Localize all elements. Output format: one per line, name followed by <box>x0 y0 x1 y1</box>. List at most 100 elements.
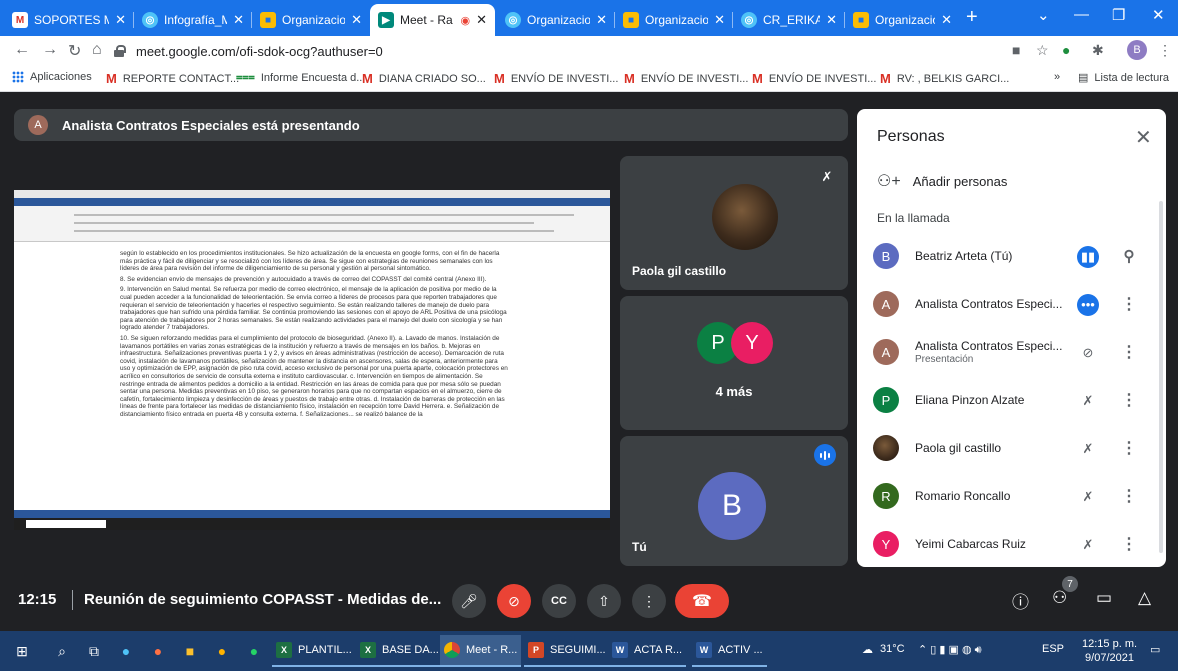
taskbar-app[interactable]: W ACTIV ... <box>692 635 767 667</box>
whatsapp-icon[interactable]: ● <box>244 641 264 661</box>
camera-off-button[interactable]: ⊘ <box>497 584 531 618</box>
more-options-button[interactable]: ⋮ <box>632 584 666 618</box>
reading-list-button[interactable]: ▤ Lista de lectura <box>1078 71 1169 85</box>
browser-tab[interactable]: ■ Organizacion ✕ <box>845 4 960 36</box>
close-tab-icon[interactable]: ✕ <box>826 12 837 28</box>
search-icon[interactable]: ⌕ <box>52 641 72 661</box>
taskbar-app[interactable]: X BASE DA... <box>356 635 443 667</box>
participant-count-badge: 7 <box>1062 576 1078 592</box>
meeting-details-icon[interactable]: ⓘ <box>1012 588 1029 613</box>
browser-tab-active[interactable]: ▶ Meet - Ra ◉ ✕ <box>370 4 495 36</box>
taskbar-app[interactable]: W ACTA R... <box>608 635 687 667</box>
language-indicator[interactable]: ESP <box>1042 643 1064 655</box>
participant-row[interactable]: R Romario Roncallo ✗ ⋮ <box>873 481 1153 513</box>
participant-row[interactable]: B Beatriz Arteta (Tú) ▮▮ ⚲ <box>873 241 1153 273</box>
close-tab-icon[interactable]: ✕ <box>351 12 362 28</box>
more-options-icon[interactable]: ⋮ <box>1121 390 1137 412</box>
address-bar[interactable]: meet.google.com/ofi-sdok-ocg?authuser=0 <box>114 38 994 64</box>
edge-icon[interactable]: ● <box>116 641 136 661</box>
tray-icons[interactable]: ⌃ ▯ ▮ ▣ ◍ 🔊︎ <box>918 643 982 657</box>
menu-kebab-icon[interactable]: ⋮ <box>1158 42 1172 59</box>
add-person-icon: ⚇+ <box>877 173 901 190</box>
participant-tile[interactable]: ✗ Paola gil castillo <box>620 156 848 290</box>
bookmark-item[interactable]: ⩶ Informe Encuesta d... <box>236 71 365 84</box>
close-tab-icon[interactable]: ✕ <box>115 12 126 28</box>
more-options-icon[interactable]: ⋮ <box>1121 294 1137 316</box>
taskbar-app[interactable]: X PLANTIL... <box>272 635 356 667</box>
home-icon[interactable]: ⌂ <box>92 41 102 59</box>
tab-search-icon[interactable]: ⌄ <box>1037 6 1050 24</box>
file-explorer-icon[interactable]: ■ <box>180 641 200 661</box>
firefox-icon[interactable]: ● <box>148 641 168 661</box>
taskbar-app-active[interactable]: Meet - R... <box>440 635 522 667</box>
panel-scrollbar[interactable] <box>1159 201 1163 553</box>
bookmark-star-icon[interactable]: ☆ <box>1036 42 1049 59</box>
participant-name: Yeimi Cabarcas Ruiz <box>915 537 1026 551</box>
bookmark-item[interactable]: M ENVÍO DE INVESTI... <box>494 71 618 86</box>
extensions-puzzle-icon[interactable]: ✱ <box>1092 42 1104 59</box>
shared-screen[interactable]: según lo establecido en los procedimient… <box>14 190 610 530</box>
system-clock[interactable]: 12:15 p. m. 9/07/2021 <box>1082 637 1137 665</box>
captions-button[interactable]: CC <box>542 584 576 618</box>
close-tab-icon[interactable]: ✕ <box>596 12 607 28</box>
forward-icon[interactable]: → <box>42 41 58 59</box>
participant-row[interactable]: A Analista Contratos Especi... Presentac… <box>873 337 1153 369</box>
end-call-button[interactable]: ☎︎ <box>675 584 729 618</box>
present-now-button[interactable]: ⇧ <box>587 584 621 618</box>
more-options-icon[interactable]: ⋮ <box>1121 438 1137 460</box>
reading-list-icon: ▤ <box>1078 72 1089 84</box>
bookmark-item[interactable]: M ENVÍO DE INVESTI... <box>624 71 748 86</box>
presenter-banner: A Analista Contratos Especiales está pre… <box>14 109 848 141</box>
add-people-button[interactable]: ⚇+ Añadir personas <box>877 171 1007 191</box>
back-icon[interactable]: ← <box>14 41 30 59</box>
reload-icon[interactable]: ↻ <box>68 41 81 61</box>
self-tile[interactable]: B Tú <box>620 436 848 566</box>
profile-avatar[interactable]: B <box>1127 40 1147 60</box>
close-tab-icon[interactable]: ✕ <box>714 12 725 28</box>
windows-taskbar: ⊞ ⌕ ⧉ ● ● ■ ● ● X PLANTIL... X BASE DA..… <box>0 631 1178 671</box>
close-icon[interactable]: ✕ <box>1135 125 1152 150</box>
tab-label: Organizacion <box>527 13 591 27</box>
chat-icon[interactable]: ▭ <box>1096 588 1112 608</box>
more-options-icon[interactable]: ⋮ <box>1121 534 1137 556</box>
task-view-icon[interactable]: ⧉ <box>84 641 104 661</box>
new-tab-button[interactable]: + <box>966 6 978 29</box>
people-icon[interactable]: ⚇ <box>1052 588 1067 608</box>
minimize-button[interactable]: — <box>1074 6 1089 23</box>
bookmark-item[interactable]: M ENVÍO DE INVESTI... <box>752 71 876 86</box>
bookmark-item[interactable]: M REPORTE CONTACT... <box>106 71 239 86</box>
bookmark-apps[interactable]: Aplicaciones <box>12 71 92 83</box>
app-icon[interactable]: ● <box>212 641 232 661</box>
more-bookmarks-button[interactable]: » <box>1054 71 1060 83</box>
browser-tab[interactable]: ◎ Infografía_Mo ✕ <box>134 4 252 36</box>
more-options-icon[interactable]: ⋮ <box>1121 342 1137 364</box>
activities-icon[interactable]: △ <box>1138 588 1151 608</box>
taskbar-app[interactable]: P SEGUIMI... <box>524 635 610 667</box>
browser-tab[interactable]: ■ Organizacion ✕ <box>252 4 370 36</box>
bookmark-item[interactable]: M RV: , BELKIS GARCI... <box>880 71 1009 86</box>
browser-tab[interactable]: M SOPORTES M ✕ <box>4 4 134 36</box>
participant-row[interactable]: P Eliana Pinzon Alzate ✗ ⋮ <box>873 385 1153 417</box>
browser-tab[interactable]: ◎ CR_ERIKAPRE ✕ <box>733 4 845 36</box>
windows-start-icon[interactable]: ⊞ <box>12 641 32 661</box>
camera-icon[interactable]: ■ <box>1012 42 1020 58</box>
microphone-button[interactable]: 🎤︎ <box>452 584 486 618</box>
participant-row[interactable]: Y Yeimi Cabarcas Ruiz ✗ ⋮ <box>873 529 1153 561</box>
notifications-icon[interactable]: ▭ <box>1150 643 1160 656</box>
participant-row[interactable]: Paola gil castillo ✗ ⋮ <box>873 433 1153 465</box>
extension-icon[interactable]: ● <box>1062 42 1070 58</box>
restore-button[interactable]: ❐ <box>1112 6 1125 24</box>
browser-tab[interactable]: ■ Organizacion ✕ <box>615 4 733 36</box>
bookmark-item[interactable]: M DIANA CRIADO SO... <box>362 71 486 86</box>
participant-row[interactable]: A Analista Contratos Especi... ••• ⋮ <box>873 289 1153 321</box>
participant-group-tile[interactable]: P Y 4 más <box>620 296 848 430</box>
recording-icon: ◉ <box>460 14 471 27</box>
browser-tab[interactable]: ◎ Organizacion ✕ <box>497 4 615 36</box>
pin-icon[interactable]: ⚲ <box>1121 246 1137 268</box>
weather-icon[interactable]: ☁ <box>862 643 873 656</box>
more-options-icon[interactable]: ⋮ <box>1121 486 1137 508</box>
close-tab-icon[interactable]: ✕ <box>941 12 952 28</box>
close-window-button[interactable]: ✕ <box>1152 6 1165 24</box>
close-tab-icon[interactable]: ✕ <box>476 12 487 28</box>
close-tab-icon[interactable]: ✕ <box>233 12 244 28</box>
